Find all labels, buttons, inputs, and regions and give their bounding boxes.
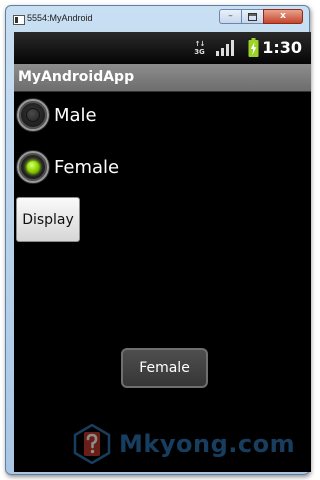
radio-unchecked-indicator	[26, 108, 40, 122]
battery-charging-icon	[248, 38, 259, 57]
radio-female[interactable]: Female	[17, 151, 119, 183]
close-button[interactable]: x	[263, 9, 303, 24]
radio-checked-indicator	[26, 160, 40, 174]
toast-message: Female	[121, 348, 208, 388]
radio-label-female: Female	[54, 156, 120, 178]
status-bar: ↑↓ 3G 1:30	[14, 32, 311, 64]
watermark-text-part1: Mkyong	[119, 430, 229, 458]
network-type-label: 3G	[194, 48, 205, 56]
display-button[interactable]: Display	[16, 197, 80, 242]
emulator-window: 5554:MyAndroid – x ↑↓ 3G 1:30 MyAndroidA…	[5, 5, 311, 475]
minimize-button[interactable]: –	[219, 9, 241, 24]
radio-label-male: Male	[54, 104, 97, 126]
emulator-app-icon	[13, 15, 25, 25]
network-indicator: ↑↓ 3G	[194, 40, 205, 56]
window-titlebar[interactable]: 5554:MyAndroid – x	[6, 6, 309, 32]
watermark-text: Mkyong.com	[119, 430, 295, 458]
maximize-icon	[248, 12, 257, 21]
data-activity-icon: ↑↓	[194, 40, 206, 48]
question-mark-logo-icon	[73, 424, 111, 464]
watermark: Mkyong.com	[73, 424, 305, 464]
signal-strength-icon	[216, 40, 234, 56]
status-time: 1:30	[262, 38, 302, 57]
app-title-bar: MyAndroidApp	[14, 64, 311, 92]
close-icon: x	[280, 11, 286, 21]
watermark-text-part2: .com	[228, 430, 296, 458]
window-title: 5554:MyAndroid	[27, 13, 93, 23]
window-controls: – x	[219, 9, 303, 24]
maximize-button[interactable]	[241, 9, 263, 24]
android-screen: ↑↓ 3G 1:30 MyAndroidApp Male Female Disp…	[14, 32, 311, 472]
radio-button-male[interactable]	[17, 99, 49, 131]
app-title: MyAndroidApp	[18, 69, 135, 85]
minimize-icon: –	[228, 11, 233, 21]
radio-button-female[interactable]	[17, 151, 49, 183]
radio-male[interactable]: Male	[17, 99, 97, 131]
